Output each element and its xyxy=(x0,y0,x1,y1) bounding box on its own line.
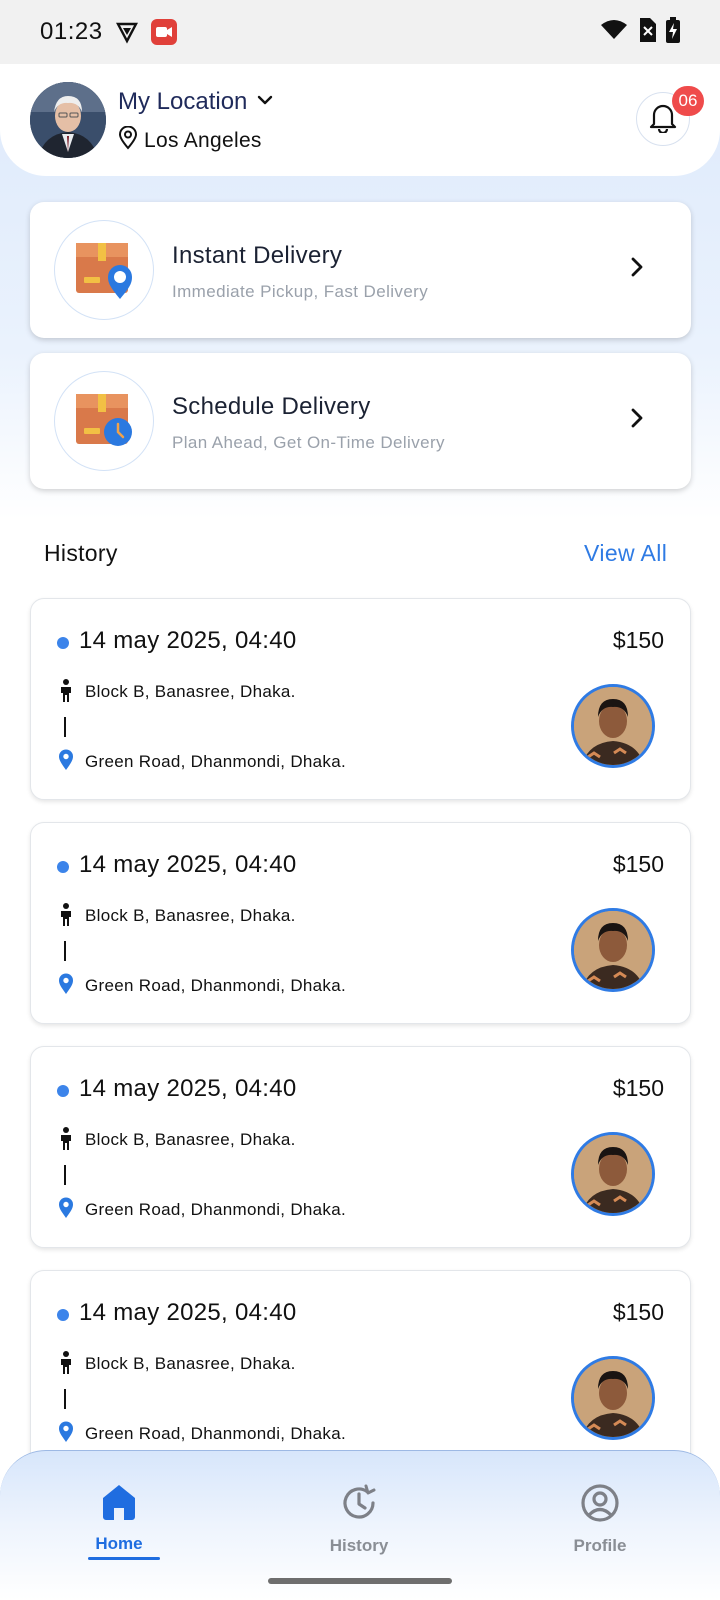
history-price: $150 xyxy=(612,1075,664,1101)
nav-home[interactable]: Home xyxy=(59,1483,179,1563)
history-date: 14 may 2025, 04:40 xyxy=(79,851,297,878)
person-walking-icon xyxy=(58,1127,74,1156)
status-dot xyxy=(57,1085,69,1097)
location-selector[interactable]: My Location xyxy=(118,88,273,116)
dropoff-address: Green Road, Dhanmondi, Dhaka. xyxy=(85,1200,347,1219)
box-clock-icon xyxy=(54,371,154,471)
nav-history[interactable]: History xyxy=(299,1483,419,1563)
home-icon xyxy=(99,1483,139,1526)
chevron-right-icon xyxy=(630,407,644,434)
active-tab-indicator xyxy=(88,1557,160,1560)
pickup-address: Block B, Banasree, Dhaka. xyxy=(85,906,296,925)
instant-delivery-card[interactable]: Instant Delivery Immediate Pickup, Fast … xyxy=(30,202,691,338)
dropoff-address: Green Road, Dhanmondi, Dhaka. xyxy=(85,752,347,771)
battery-charging-icon xyxy=(666,16,680,48)
screen-record-icon xyxy=(150,19,177,45)
user-avatar[interactable] xyxy=(30,82,106,158)
box-location-icon xyxy=(54,220,154,320)
dropoff-address: Green Road, Dhanmondi, Dhaka. xyxy=(85,976,347,995)
schedule-delivery-card[interactable]: Schedule Delivery Plan Ahead, Get On-Tim… xyxy=(30,353,691,489)
history-section-title: History xyxy=(44,540,118,566)
history-card[interactable]: 14 may 2025, 04:40 $150 Block B, Banasre… xyxy=(30,598,691,800)
map-pin-outline-icon xyxy=(118,125,138,155)
wifi-icon xyxy=(600,19,628,46)
instant-delivery-title: Instant Delivery xyxy=(172,242,343,269)
route-connector xyxy=(64,941,66,961)
history-icon xyxy=(339,1483,379,1528)
pickup-address: Block B, Banasree, Dhaka. xyxy=(85,1130,296,1149)
status-time: 01:23 xyxy=(40,18,103,45)
vpn-shield-icon xyxy=(115,20,139,44)
driver-avatar xyxy=(571,908,655,992)
status-right xyxy=(600,16,680,48)
gesture-navigation-bar[interactable] xyxy=(268,1578,452,1584)
history-date: 14 may 2025, 04:40 xyxy=(79,1075,297,1102)
route-connector xyxy=(64,717,66,737)
person-walking-icon xyxy=(58,1351,74,1380)
person-walking-icon xyxy=(58,679,74,708)
notification-badge: 06 xyxy=(672,86,704,116)
instant-delivery-subtitle: Immediate Pickup, Fast Delivery xyxy=(172,282,429,301)
location-pin-icon xyxy=(58,973,74,1000)
nav-profile[interactable]: Profile xyxy=(540,1483,660,1563)
driver-avatar xyxy=(571,1132,655,1216)
history-card[interactable]: 14 may 2025, 04:40 $150 Block B, Banasre… xyxy=(30,1046,691,1248)
app-header: My Location Los Angeles 06 xyxy=(0,64,720,176)
driver-avatar xyxy=(571,1356,655,1440)
pickup-address: Block B, Banasree, Dhaka. xyxy=(85,682,296,701)
status-bar: 01:23 xyxy=(0,0,720,64)
nav-home-label: Home xyxy=(95,1534,143,1553)
history-card[interactable]: 14 may 2025, 04:40 $150 Block B, Banasre… xyxy=(30,822,691,1024)
chevron-down-icon xyxy=(257,93,273,111)
route-connector xyxy=(64,1165,66,1185)
location-label: My Location xyxy=(118,88,248,115)
history-price: $150 xyxy=(612,851,664,877)
person-walking-icon xyxy=(58,903,74,932)
route-connector xyxy=(64,1389,66,1409)
profile-icon xyxy=(580,1483,620,1528)
history-date: 14 may 2025, 04:40 xyxy=(79,1299,297,1326)
history-price: $150 xyxy=(612,627,664,653)
view-all-link[interactable]: View All xyxy=(584,540,667,567)
history-price: $150 xyxy=(612,1299,664,1325)
status-dot xyxy=(57,1309,69,1321)
status-left: 01:23 xyxy=(40,18,177,46)
pickup-address: Block B, Banasree, Dhaka. xyxy=(85,1354,296,1373)
location-pin-icon xyxy=(58,1197,74,1224)
chevron-right-icon xyxy=(630,256,644,283)
current-city: Los Angeles xyxy=(144,128,262,152)
location-pin-icon xyxy=(58,749,74,776)
history-card[interactable]: 14 may 2025, 04:40 $150 Block B, Banasre… xyxy=(30,1270,691,1472)
nav-profile-label: Profile xyxy=(573,1536,627,1555)
status-dot xyxy=(57,637,69,649)
driver-avatar xyxy=(571,684,655,768)
status-dot xyxy=(57,861,69,873)
schedule-delivery-title: Schedule Delivery xyxy=(172,393,371,420)
dropoff-address: Green Road, Dhanmondi, Dhaka. xyxy=(85,1424,347,1443)
current-city-row: Los Angeles xyxy=(118,125,262,155)
no-sim-icon xyxy=(638,17,656,47)
schedule-delivery-subtitle: Plan Ahead, Get On-Time Delivery xyxy=(172,433,445,452)
history-date: 14 may 2025, 04:40 xyxy=(79,627,297,654)
nav-history-label: History xyxy=(329,1536,389,1555)
location-pin-icon xyxy=(58,1421,74,1448)
